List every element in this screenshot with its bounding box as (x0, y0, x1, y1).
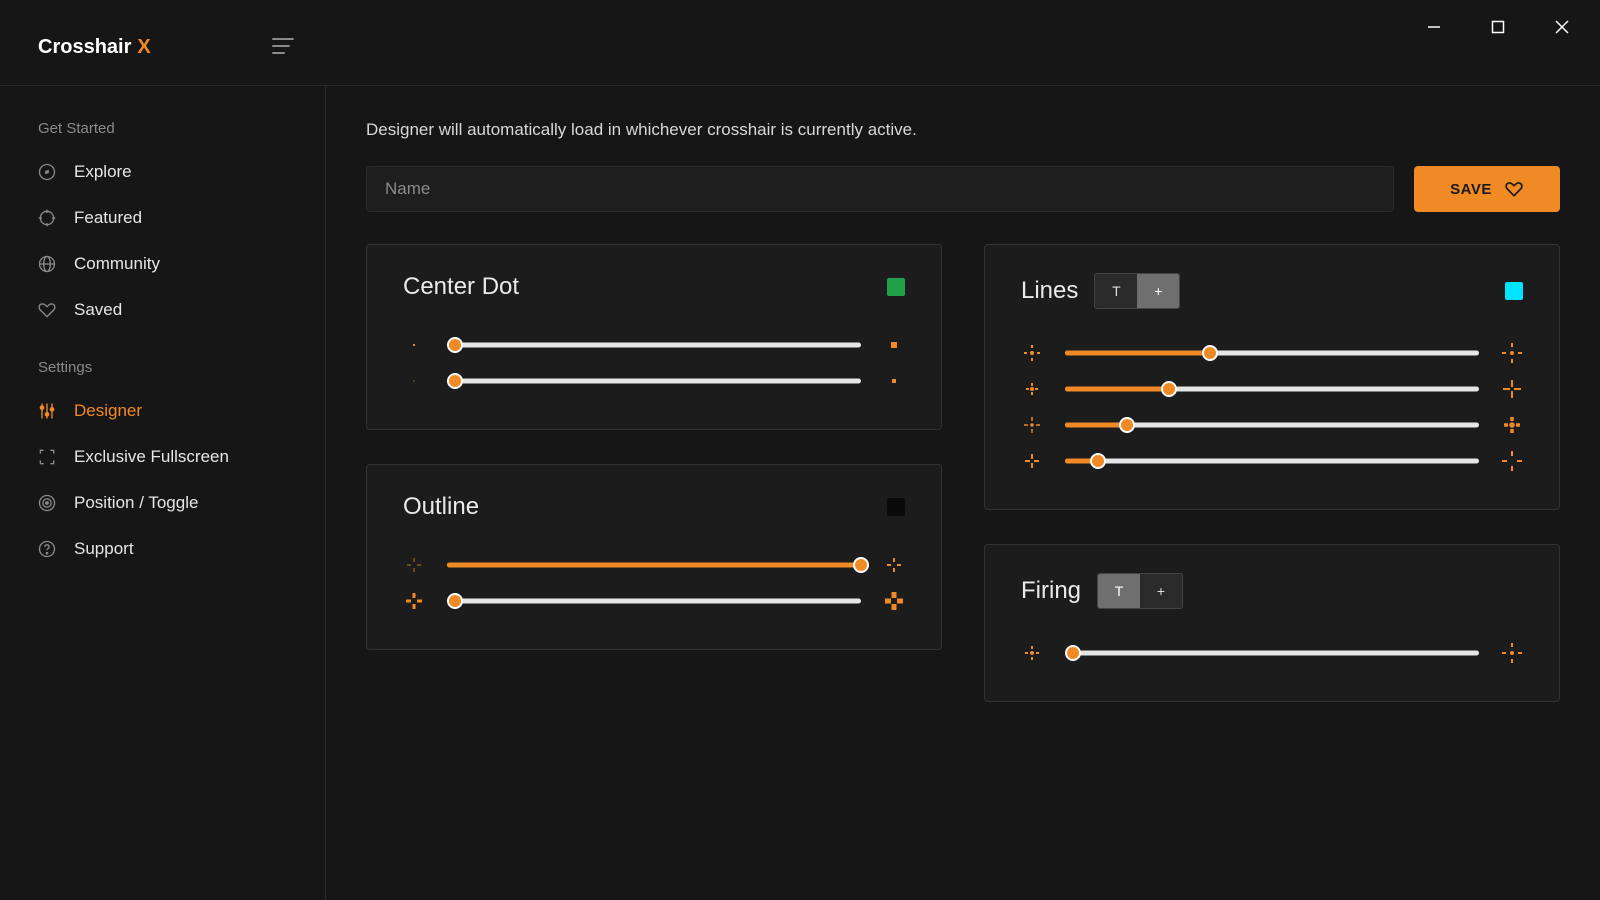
cross-gap-large-icon (1501, 342, 1523, 364)
panel-title: Firing (1021, 577, 1081, 605)
cross-thicker-icon (883, 590, 905, 612)
sidebar-item-position-toggle[interactable]: Position / Toggle (0, 480, 325, 526)
lines-slider-2[interactable] (1065, 380, 1479, 398)
sidebar-item-label: Featured (74, 208, 142, 228)
brand-suffix: X (137, 36, 150, 59)
lines-slider-1[interactable] (1065, 344, 1479, 362)
outline-slider-2[interactable] (447, 592, 861, 610)
sidebar-item-label: Community (74, 254, 160, 274)
sidebar-item-label: Support (74, 539, 134, 559)
sidebar-section-settings: Settings (0, 359, 325, 388)
help-icon (36, 538, 58, 560)
crosshair-icon (36, 207, 58, 229)
target-icon (36, 492, 58, 514)
cross-len-long-icon (1501, 378, 1523, 400)
cross-spread-tight-icon (1021, 450, 1043, 472)
center-dot-color-swatch[interactable] (887, 278, 905, 296)
lines-toggle-plus[interactable]: + (1137, 274, 1179, 308)
sidebar-item-support[interactable]: Support (0, 526, 325, 572)
crosshair-name-input[interactable] (366, 166, 1394, 212)
outline-color-swatch[interactable] (887, 498, 905, 516)
panel-outline: Outline (366, 464, 942, 650)
app-brand: Crosshair X (0, 0, 151, 59)
panel-lines: Lines T + (984, 244, 1560, 510)
sidebar-item-label: Exclusive Fullscreen (74, 447, 229, 467)
firing-shape-toggle: T + (1097, 573, 1183, 609)
intro-text: Designer will automatically load in whic… (366, 120, 1560, 140)
sliders-icon (36, 400, 58, 422)
panel-center-dot: Center Dot (366, 244, 942, 430)
cross-thin-icon (403, 554, 425, 576)
name-save-row: SAVE (366, 166, 1560, 212)
brand-name: Crosshair (38, 36, 131, 59)
firing-toggle-t[interactable]: T (1098, 574, 1140, 608)
main-content: Designer will automatically load in whic… (326, 86, 1600, 900)
titlebar: Crosshair X (0, 0, 1600, 86)
panel-firing: Firing T + (984, 544, 1560, 702)
window-minimize-button[interactable] (1414, 12, 1454, 42)
sidebar-item-community[interactable]: Community (0, 241, 325, 287)
cross-len-short-icon (1021, 378, 1043, 400)
dot-tiny-icon (403, 370, 425, 392)
sidebar-section-get-started: Get Started (0, 120, 325, 149)
dot-large-icon (883, 334, 905, 356)
heart-icon (1504, 179, 1524, 199)
panel-title: Lines (1021, 277, 1078, 305)
lines-toggle-t[interactable]: T (1095, 274, 1137, 308)
sidebar-item-designer[interactable]: Designer (0, 388, 325, 434)
window-close-button[interactable] (1542, 12, 1582, 42)
heart-icon (36, 299, 58, 321)
sidebar-item-label: Saved (74, 300, 122, 320)
lines-shape-toggle: T + (1094, 273, 1180, 309)
center-dot-slider-2[interactable] (447, 372, 861, 390)
sidebar-item-label: Explore (74, 162, 132, 182)
panel-title: Outline (403, 493, 479, 521)
globe-icon (36, 253, 58, 275)
window-maximize-button[interactable] (1478, 12, 1518, 42)
sidebar: Get Started Explore Featured Community S… (0, 86, 326, 900)
cross-width-thin-icon (1021, 414, 1043, 436)
firing-toggle-plus[interactable]: + (1140, 574, 1182, 608)
firing-tight-icon (1021, 642, 1043, 664)
outline-slider-1[interactable] (447, 556, 861, 574)
sidebar-item-exclusive-fullscreen[interactable]: Exclusive Fullscreen (0, 434, 325, 480)
save-button-label: SAVE (1450, 181, 1492, 198)
cross-spread-wide-icon (1501, 450, 1523, 472)
cross-thick-icon (403, 590, 425, 612)
sidebar-item-label: Position / Toggle (74, 493, 198, 513)
firing-wide-icon (1501, 642, 1523, 664)
cross-thin-bright-icon (883, 554, 905, 576)
panel-title: Center Dot (403, 273, 519, 301)
dot-medium-icon (883, 370, 905, 392)
firing-slider-1[interactable] (1065, 644, 1479, 662)
center-dot-slider-1[interactable] (447, 336, 861, 354)
sidebar-item-saved[interactable]: Saved (0, 287, 325, 333)
cross-gap-small-icon (1021, 342, 1043, 364)
save-button[interactable]: SAVE (1414, 166, 1560, 212)
window-controls (1414, 0, 1600, 42)
sidebar-item-explore[interactable]: Explore (0, 149, 325, 195)
lines-color-swatch[interactable] (1505, 282, 1523, 300)
compass-icon (36, 161, 58, 183)
sidebar-item-featured[interactable]: Featured (0, 195, 325, 241)
fullscreen-icon (36, 446, 58, 468)
lines-slider-3[interactable] (1065, 416, 1479, 434)
cross-width-thick-icon (1501, 414, 1523, 436)
dot-small-icon (403, 334, 425, 356)
lines-slider-4[interactable] (1065, 452, 1479, 470)
sidebar-item-label: Designer (74, 401, 142, 421)
menu-toggle-icon[interactable] (272, 38, 294, 54)
